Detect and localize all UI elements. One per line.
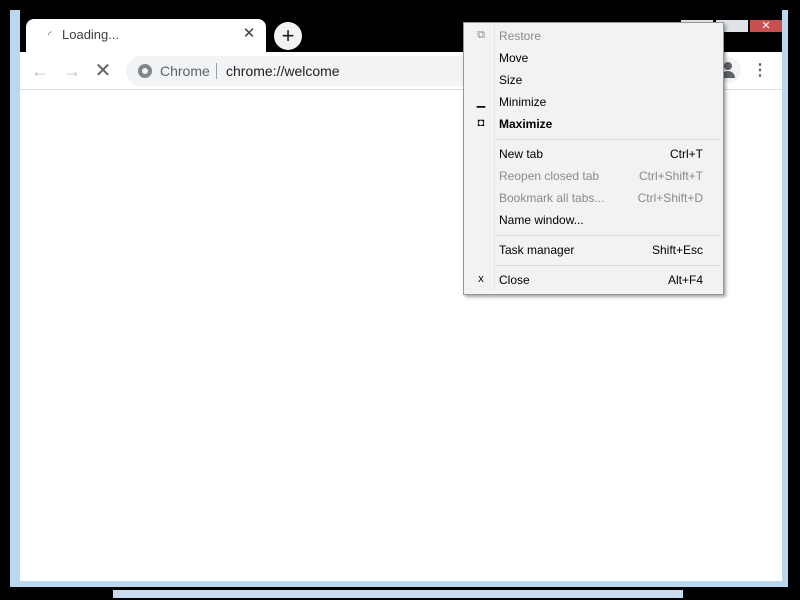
menu-item-label: Bookmark all tabs... bbox=[499, 191, 605, 205]
menu-item-label: Close bbox=[499, 273, 530, 287]
menu-item-minimize[interactable]: ▁ Minimize bbox=[466, 91, 721, 113]
menu-item-label: Size bbox=[499, 73, 523, 87]
kebab-menu-icon[interactable]: ⋮ bbox=[750, 58, 770, 84]
menu-item-label: Name window... bbox=[499, 213, 584, 227]
menu-item-maximize[interactable]: ◘ Maximize bbox=[466, 113, 721, 135]
menu-item-shortcut: Ctrl+T bbox=[670, 147, 703, 161]
forward-arrow-icon[interactable]: → bbox=[59, 58, 85, 84]
menu-separator bbox=[496, 139, 720, 140]
site-chip-label: Chrome bbox=[160, 63, 210, 79]
menu-item-bookmark-all-tabs[interactable]: Bookmark all tabs... Ctrl+Shift+D bbox=[466, 187, 721, 209]
menu-item-label: Maximize bbox=[499, 117, 553, 131]
menu-item-restore[interactable]: ⧉ Restore bbox=[466, 25, 721, 47]
menu-item-label: Restore bbox=[499, 29, 542, 43]
menu-item-shortcut: Shift+Esc bbox=[651, 243, 703, 257]
close-icon: x bbox=[478, 273, 484, 285]
menu-item-name-window[interactable]: Name window... bbox=[466, 209, 721, 231]
menu-item-reopen-closed-tab[interactable]: Reopen closed tab Ctrl+Shift+T bbox=[466, 165, 721, 187]
minimize-icon: ▁ bbox=[476, 96, 486, 108]
menu-item-shortcut: Ctrl+Shift+D bbox=[637, 191, 703, 205]
window-close-button[interactable]: ✕ bbox=[750, 20, 782, 32]
menu-item-label: Task manager bbox=[499, 243, 575, 257]
menu-item-label: New tab bbox=[499, 147, 544, 161]
tab-welcome[interactable]: ◜ Loading... ✕ bbox=[26, 19, 266, 53]
menu-item-label: Reopen closed tab bbox=[499, 169, 600, 183]
taskbar-strip bbox=[113, 590, 683, 598]
omnibox-divider bbox=[216, 63, 217, 79]
menu-separator bbox=[496, 265, 720, 266]
menu-item-task-manager[interactable]: Task manager Shift+Esc bbox=[466, 239, 721, 261]
stop-loading-icon[interactable]: ✕ bbox=[90, 58, 116, 84]
menu-item-shortcut: Ctrl+Shift+T bbox=[638, 169, 703, 183]
menu-item-move[interactable]: Move bbox=[466, 47, 721, 69]
menu-separator bbox=[496, 235, 720, 236]
menu-item-close[interactable]: x Close Alt+F4 bbox=[466, 269, 721, 291]
menu-item-label: Move bbox=[499, 51, 529, 65]
url-text[interactable]: chrome://welcome bbox=[226, 63, 340, 79]
menu-item-shortcut: Alt+F4 bbox=[667, 273, 703, 287]
menu-item-new-tab[interactable]: New tab Ctrl+T bbox=[466, 143, 721, 165]
new-tab-button[interactable]: + bbox=[274, 22, 302, 50]
menu-item-size[interactable]: Size bbox=[466, 69, 721, 91]
menu-item-label: Minimize bbox=[499, 95, 547, 109]
chrome-site-icon[interactable] bbox=[138, 64, 152, 78]
restore-icon: ⧉ bbox=[477, 29, 485, 41]
tab-close-icon[interactable]: ✕ bbox=[240, 25, 258, 43]
loading-spinner-icon: ◜ bbox=[48, 30, 52, 41]
back-arrow-icon[interactable]: ← bbox=[27, 58, 53, 84]
tab-title: Loading... bbox=[62, 27, 120, 42]
maximize-icon: ◘ bbox=[477, 117, 485, 129]
window-system-menu: ⧉ Restore Move Size ▁ Minimize ◘ Maximiz… bbox=[463, 22, 724, 295]
